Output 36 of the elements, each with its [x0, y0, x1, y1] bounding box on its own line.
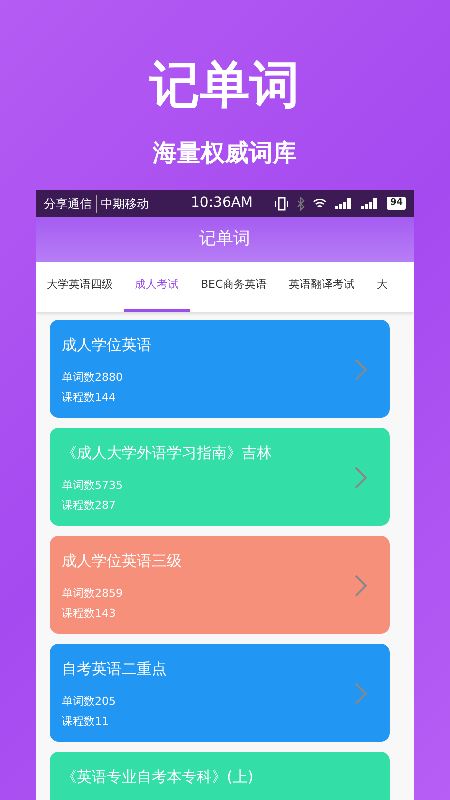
tab[interactable]: 成人考试 [124, 262, 190, 312]
course-title: 成人学位英语 [62, 335, 153, 356]
carrier-name: 分享通信 [44, 196, 92, 212]
bluetooth-icon [297, 196, 306, 210]
lesson-count: 课程数287 [62, 498, 117, 514]
battery-level: 94 [387, 196, 406, 210]
signal-icon [335, 198, 354, 209]
course-title: 《成人大学外语学习指南》吉林 [62, 443, 273, 464]
tab[interactable]: 大 [366, 262, 400, 312]
wifi-icon [313, 198, 328, 209]
chevron-right-icon [354, 682, 368, 706]
course-card[interactable]: 成人学位英语 单词数2880 课程数144 [50, 320, 390, 418]
lesson-count: 课程数143 [62, 606, 117, 622]
tab[interactable]: 大学英语四级 [36, 262, 124, 312]
signal-icon [361, 198, 380, 209]
tab[interactable]: 英语翻译考试 [278, 262, 366, 312]
vibrate-icon [275, 196, 290, 210]
promo-title: 记单词 [148, 55, 301, 115]
lesson-count: 课程数144 [62, 390, 117, 406]
carrier-name: 中期移动 [96, 194, 149, 212]
chevron-right-icon [354, 358, 368, 382]
word-count: 单词数5735 [62, 478, 124, 493]
word-count: 单词数2859 [62, 586, 124, 601]
chevron-right-icon [354, 466, 368, 490]
clock: 10:36AM [191, 194, 254, 213]
course-title: 《英语专业自考本专科》(上) [62, 767, 255, 788]
promo-subtitle: 海量权威词库 [152, 138, 298, 169]
course-card[interactable]: 自考英语二重点 单词数205 课程数11 [50, 644, 390, 742]
word-count: 单词数205 [62, 694, 117, 709]
tab[interactable]: BEC商务英语 [190, 262, 278, 312]
course-title: 成人学位英语三级 [62, 551, 183, 572]
word-count: 单词数2880 [62, 370, 124, 385]
lesson-count: 课程数11 [62, 714, 110, 730]
chevron-right-icon [354, 574, 368, 598]
app-title: 记单词 [200, 228, 250, 251]
course-title: 自考英语二重点 [62, 659, 168, 680]
